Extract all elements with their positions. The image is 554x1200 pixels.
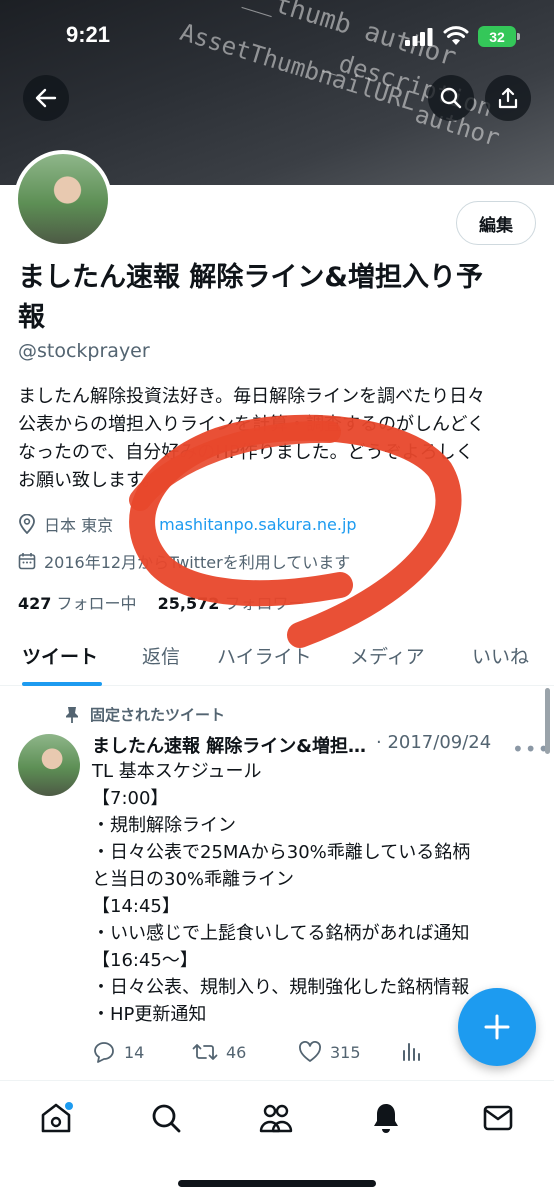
nav-notifications[interactable]	[369, 1101, 403, 1135]
profile-location: 日本 東京	[44, 516, 114, 535]
tab-media[interactable]: メディア	[350, 642, 425, 669]
tab-replies[interactable]: 返信	[142, 642, 180, 669]
search-button[interactable]	[428, 75, 474, 121]
back-button[interactable]	[23, 75, 69, 121]
retweet-icon	[192, 1044, 218, 1060]
home-icon	[41, 1102, 73, 1133]
profile-handle: @stockprayer	[18, 340, 150, 362]
tab-tweets[interactable]: ツイート	[22, 642, 98, 669]
home-indicator	[178, 1180, 376, 1187]
calendar-icon	[18, 553, 36, 570]
tweet-line: 【7:00】	[92, 788, 169, 809]
battery-indicator: 32	[478, 26, 516, 47]
status-bar: 9:21 32	[0, 0, 554, 70]
active-tab-indicator	[22, 682, 102, 686]
tweet-avatar[interactable]	[18, 734, 80, 796]
tweet-line: ・日々公表、規制入り、規制強化した銘柄情報	[92, 977, 470, 998]
following-link[interactable]: 427 フォロー中	[18, 594, 137, 613]
profile-avatar[interactable]	[14, 150, 112, 248]
tweet-line: ・日々公表で25MAから30%乖離している銘柄	[92, 842, 471, 863]
profile-name-line: 報	[18, 302, 45, 333]
reply-icon	[94, 1042, 114, 1063]
heart-icon	[299, 1041, 321, 1062]
search-icon	[152, 1104, 181, 1133]
profile-meta-location-row: 日本 東京 mashitanpo.sakura.ne.jp	[18, 512, 357, 536]
tweet-text: TL 基本スケジュール 【7:00】 ・規制解除ライン ・日々公表で25MAから…	[92, 758, 532, 1028]
tab-likes[interactable]: いいね	[472, 642, 529, 669]
share-icon	[498, 87, 518, 109]
pinned-label-text: 固定されたツイート	[90, 706, 226, 724]
reply-button[interactable]: 14	[92, 1041, 144, 1063]
followers-count: 25,572	[157, 594, 220, 613]
nav-search[interactable]	[149, 1101, 183, 1135]
wifi-icon	[443, 26, 469, 45]
profile-bio: ましたん解除投資法好き。毎日解除ラインを調べたり日々 公表からの増担入りラインを…	[18, 383, 538, 495]
status-time: 9:21	[66, 22, 111, 47]
like-count: 315	[330, 1042, 361, 1062]
reply-count: 14	[124, 1042, 145, 1062]
views-button[interactable]	[402, 1041, 422, 1061]
tweet-line: TL 基本スケジュール	[92, 761, 262, 782]
nav-communities[interactable]	[259, 1101, 293, 1135]
nav-home[interactable]	[39, 1101, 73, 1135]
follow-stats: 427 フォロー中 25,572 フォロワー	[18, 590, 304, 614]
tab-highlights[interactable]: ハイライト	[217, 642, 312, 669]
scrollbar[interactable]	[545, 688, 550, 754]
pin-icon	[66, 706, 78, 723]
profile-meta-joined-row: 2016年12月からTwitterを利用しています	[18, 549, 350, 573]
share-button[interactable]	[485, 75, 531, 121]
bio-line: お願い致します。	[18, 470, 161, 491]
arrow-left-icon	[35, 88, 57, 108]
profile-name-line: ましたん速報 解除ライン&増担入り予	[18, 262, 483, 293]
like-button[interactable]: 315	[298, 1041, 361, 1063]
nav-messages[interactable]	[481, 1101, 515, 1135]
tweet-line: 【14:45】	[92, 896, 180, 917]
profile-tabs: ツイート 返信 ハイライト メディア いいね	[0, 630, 554, 686]
profile-joined-date: 2016年12月からTwitterを利用しています	[44, 553, 351, 572]
tweet-line: 【16:45〜】	[92, 950, 198, 971]
compose-tweet-button[interactable]	[458, 988, 536, 1066]
tweet-line: ・規制解除ライン	[92, 815, 236, 836]
pinned-label: 固定されたツイート	[64, 704, 225, 725]
tweet-line: ・いい感じで上髭食いしてる銘柄があれば通知	[92, 923, 470, 944]
bio-line: なったので、自分好みのHP作りました。どうぞよろしく	[18, 442, 474, 463]
bar-chart-icon	[403, 1043, 420, 1061]
tweet-date[interactable]: · 2017/09/24	[376, 732, 491, 758]
tweet-line: と当日の30%乖離ライン	[92, 869, 295, 890]
retweet-count: 46	[226, 1042, 247, 1062]
retweet-button[interactable]: 46	[192, 1041, 246, 1063]
search-icon	[440, 87, 462, 109]
tweet-header: ましたん速報 解除ライン&増担入り予報 · 2017/09/24	[92, 732, 522, 758]
mail-icon	[483, 1105, 513, 1131]
followers-label: フォロワー	[224, 594, 305, 613]
location-pin-icon	[19, 514, 35, 534]
plus-icon	[484, 1014, 510, 1040]
edit-profile-button[interactable]: 編集	[456, 201, 536, 245]
profile-website-link[interactable]: mashitanpo.sakura.ne.jp	[159, 515, 356, 534]
bio-line: 公表からの増担入りラインを計算・調査するのがしんどく	[18, 414, 485, 435]
following-label: フォロー中	[56, 594, 137, 613]
tweet-author-name[interactable]: ましたん速報 解除ライン&増担入り予報	[92, 732, 372, 758]
communities-icon	[259, 1104, 293, 1133]
profile-name: ましたん速報 解除ライン&増担入り予 報	[18, 258, 538, 338]
following-count: 427	[18, 594, 52, 613]
bio-line: ましたん解除投資法好き。毎日解除ラインを調べたり日々	[18, 386, 486, 407]
battery-cap	[517, 33, 520, 40]
followers-link[interactable]: 25,572 フォロワー	[158, 594, 305, 613]
signal-icon	[405, 28, 433, 46]
bell-icon	[374, 1104, 398, 1133]
